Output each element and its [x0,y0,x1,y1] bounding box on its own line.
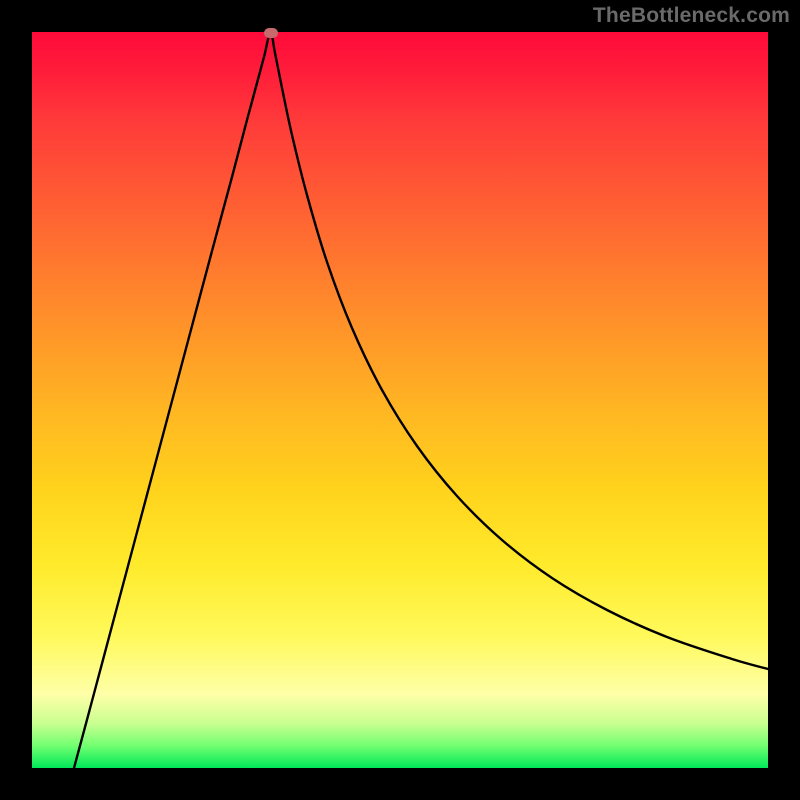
minimum-marker-icon [264,28,278,38]
bottleneck-curve [74,32,768,768]
chart-frame: TheBottleneck.com [0,0,800,800]
chart-plot-area [32,32,768,768]
curve-svg [32,32,768,768]
watermark-label: TheBottleneck.com [593,4,790,28]
